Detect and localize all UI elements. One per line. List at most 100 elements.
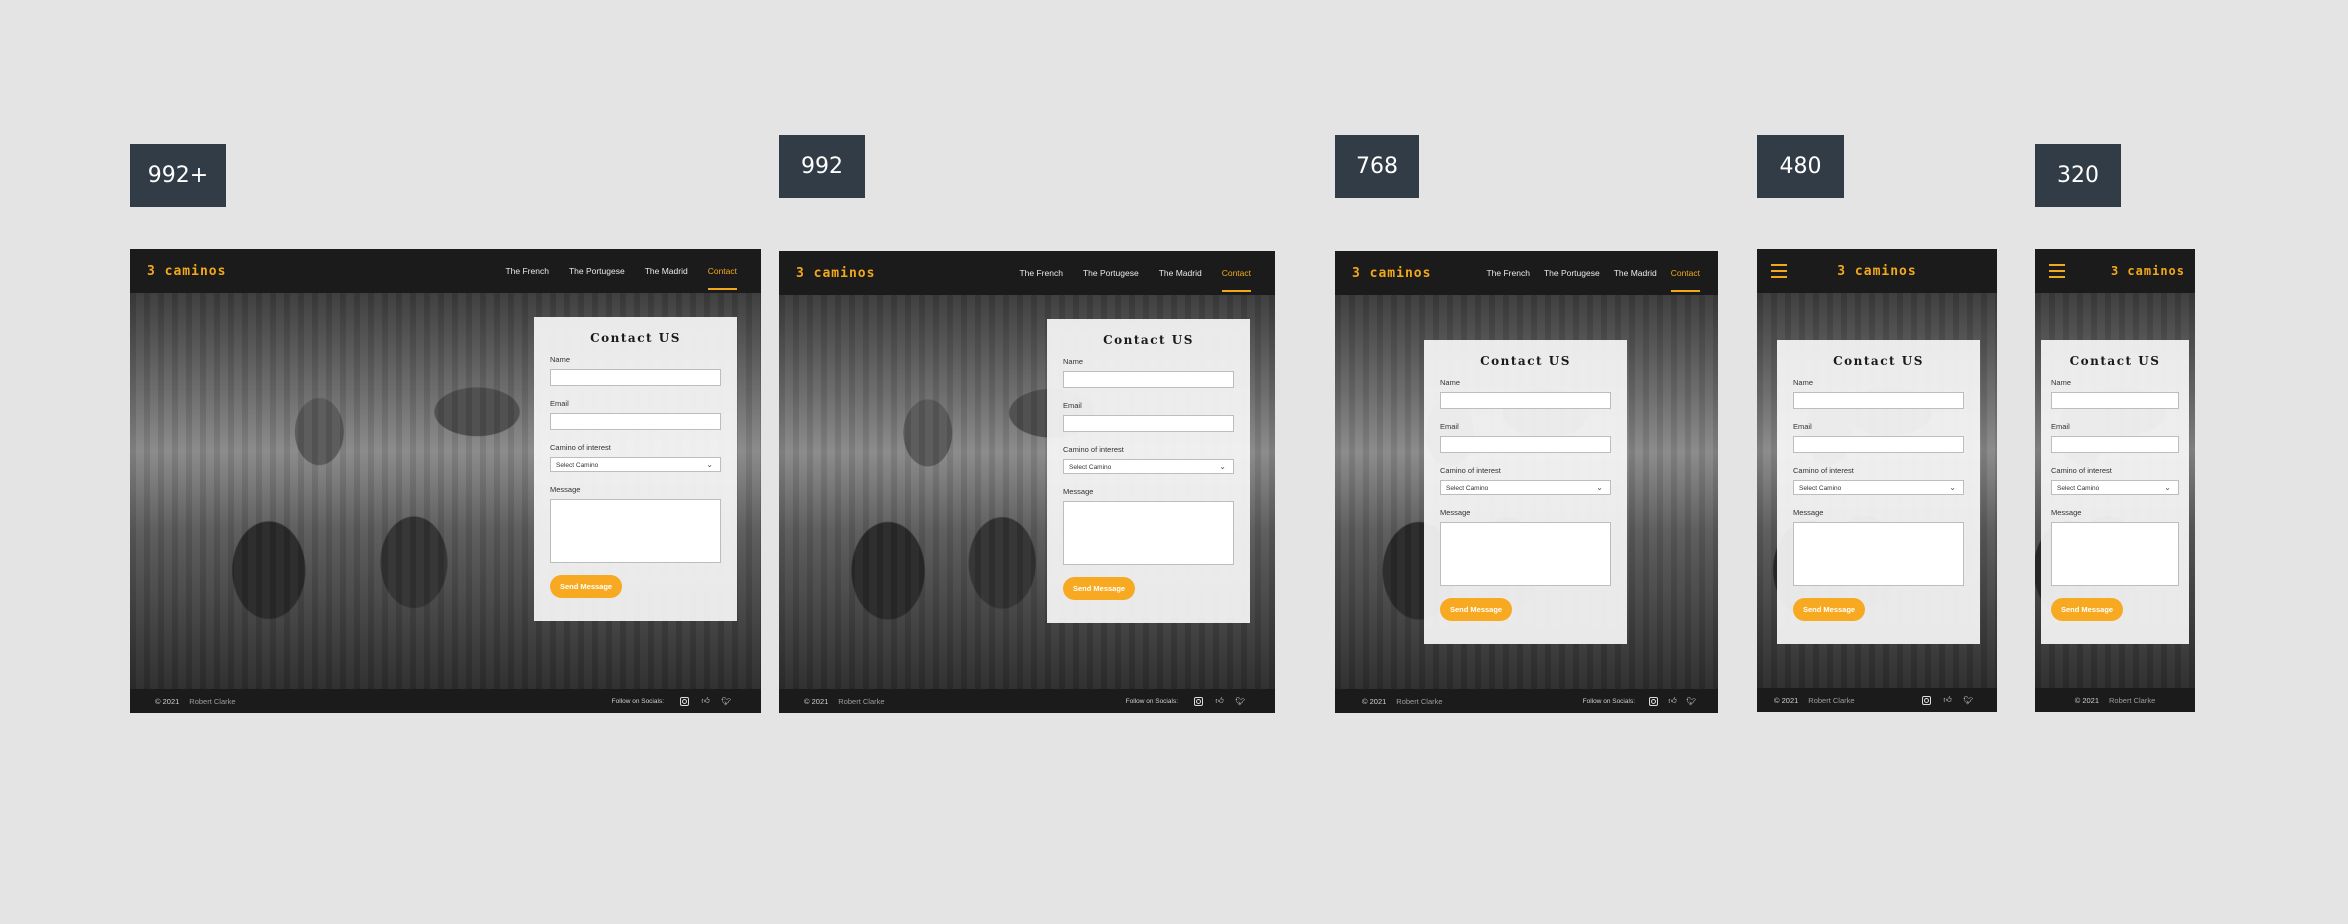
camino-select[interactable]: Select Camino ⌄ <box>1793 480 1964 495</box>
footer-copyright: © 2021 Robert Clarke <box>1362 696 1443 706</box>
contact-form: Contact US Name Email Camino of interest… <box>1424 340 1627 644</box>
name-input[interactable] <box>1063 371 1234 388</box>
site-logo[interactable]: 3 caminos <box>796 266 875 281</box>
mockup-480: 3 caminos Contact US Name Email Camino o… <box>1757 249 1997 712</box>
nav-link-madrid[interactable]: The Madrid <box>1614 268 1657 278</box>
send-message-button[interactable]: Send Message <box>1440 598 1513 621</box>
email-input[interactable] <box>550 413 721 430</box>
contact-form: Contact US Name Email Camino of interest… <box>1047 319 1250 623</box>
camino-select-value: Select Camino <box>1446 485 1489 492</box>
name-label: Name <box>1793 378 1814 387</box>
camino-select-value: Select Camino <box>2057 485 2100 492</box>
email-input[interactable] <box>1440 436 1611 453</box>
instagram-icon[interactable] <box>1194 696 1203 706</box>
follow-label: Follow on Socials: <box>1125 697 1178 705</box>
nav-link-madrid[interactable]: The Madrid <box>1159 268 1202 278</box>
chevron-down-icon: ⌄ <box>1949 483 1956 492</box>
twitter-icon[interactable]: 🐦︎ <box>721 697 731 706</box>
nav-link-french[interactable]: The French <box>1486 268 1529 278</box>
email-label: Email <box>1063 401 1082 410</box>
twitter-icon[interactable]: 🐦︎ <box>1235 697 1245 706</box>
instagram-icon[interactable] <box>1649 696 1658 706</box>
site-logo[interactable]: 3 caminos <box>1352 266 1431 281</box>
camino-select[interactable]: Select Camino ⌄ <box>2051 480 2179 495</box>
email-input[interactable] <box>1063 415 1234 432</box>
navbar: 3 caminos <box>1757 249 1997 293</box>
site-logo[interactable]: 3 caminos <box>2111 264 2185 278</box>
nav-link-contact[interactable]: Contact <box>707 266 738 290</box>
twitter-icon[interactable]: 🐦︎ <box>1686 697 1696 706</box>
name-label: Name <box>1440 378 1461 387</box>
name-input[interactable] <box>2051 392 2179 409</box>
message-textarea[interactable] <box>1793 522 1964 586</box>
thumbs-up-icon[interactable]: 👍︎ <box>1943 695 1952 705</box>
contact-form: Contact US Name Email Camino of interest… <box>1777 340 1980 644</box>
nav-link-portugese[interactable]: The Portugese <box>1083 268 1139 278</box>
instagram-icon[interactable] <box>680 696 689 706</box>
message-textarea[interactable] <box>2051 522 2179 586</box>
navbar: 3 caminos <box>2035 249 2195 293</box>
camino-select[interactable]: Select Camino ⌄ <box>550 457 721 472</box>
footer-copyright: © 2021 Robert Clarke <box>155 696 236 706</box>
message-label: Message <box>1063 487 1094 496</box>
site-logo[interactable]: 3 caminos <box>1837 264 1916 279</box>
thumbs-up-icon[interactable]: 👍︎ <box>1668 696 1677 706</box>
footer: © 2021 Robert Clarke Follow on Socials: 👍… <box>779 689 1275 713</box>
camino-select-value: Select Camino <box>1069 464 1112 471</box>
camino-select[interactable]: Select Camino ⌄ <box>1063 459 1234 474</box>
social-links: Follow on Socials: 👍︎ 🐦︎ <box>611 696 732 706</box>
name-input[interactable] <box>1440 392 1611 409</box>
camino-select[interactable]: Select Camino ⌄ <box>1440 480 1611 495</box>
nav-link-madrid[interactable]: The Madrid <box>645 266 688 276</box>
thumbs-up-icon[interactable]: 👍︎ <box>1215 696 1224 706</box>
navbar: 3 caminos The French The Portugese The M… <box>130 249 761 293</box>
name-input[interactable] <box>1793 392 1964 409</box>
email-label: Email <box>1440 422 1459 431</box>
email-input[interactable] <box>2051 436 2179 453</box>
nav-link-portugese[interactable]: The Portugese <box>1544 268 1600 278</box>
nav-link-contact[interactable]: Contact <box>1221 268 1252 292</box>
send-message-button[interactable]: Send Message <box>1063 577 1136 600</box>
mockup-768: 3 caminos The French The Portugese The M… <box>1335 251 1718 713</box>
nav-link-portugese[interactable]: The Portugese <box>569 266 625 276</box>
breakpoint-badge-320: 320 <box>2035 144 2121 207</box>
message-textarea[interactable] <box>550 499 721 563</box>
footer: © 2021 Robert Clarke 👍︎ 🐦︎ <box>1757 688 1997 712</box>
instagram-icon[interactable] <box>1922 695 1931 705</box>
thumbs-up-icon[interactable]: 👍︎ <box>701 696 710 706</box>
camino-label: Camino of interest <box>550 443 611 452</box>
twitter-icon[interactable]: 🐦︎ <box>1963 696 1973 705</box>
send-message-button[interactable]: Send Message <box>1793 598 1866 621</box>
hamburger-menu-icon[interactable] <box>2049 264 2065 278</box>
breakpoint-badge-768: 768 <box>1335 135 1419 198</box>
nav-link-french[interactable]: The French <box>505 266 548 276</box>
send-message-button[interactable]: Send Message <box>2051 598 2124 621</box>
chevron-down-icon: ⌄ <box>706 460 713 469</box>
form-title: Contact US <box>590 331 681 345</box>
form-title: Contact US <box>1103 333 1194 347</box>
chevron-down-icon: ⌄ <box>2164 483 2171 492</box>
site-logo[interactable]: 3 caminos <box>147 264 226 279</box>
message-label: Message <box>1793 508 1824 517</box>
camino-select-value: Select Camino <box>556 462 599 469</box>
camino-select-value: Select Camino <box>1799 485 1842 492</box>
message-textarea[interactable] <box>1440 522 1611 586</box>
contact-form: Contact US Name Email Camino of interest… <box>2041 340 2189 644</box>
email-label: Email <box>1793 422 1812 431</box>
follow-label: Follow on Socials: <box>611 697 664 705</box>
nav-link-french[interactable]: The French <box>1019 268 1062 278</box>
name-label: Name <box>550 355 571 364</box>
message-textarea[interactable] <box>1063 501 1234 565</box>
email-input[interactable] <box>1793 436 1964 453</box>
nav-links: The French The Portugese The Madrid Cont… <box>1486 251 1701 295</box>
footer-copyright: © 2021 Robert Clarke <box>2074 695 2156 705</box>
contact-form: Contact US Name Email Camino of interest… <box>534 317 737 621</box>
name-input[interactable] <box>550 369 721 386</box>
nav-link-contact[interactable]: Contact <box>1670 268 1701 292</box>
send-message-button[interactable]: Send Message <box>550 575 623 598</box>
name-label: Name <box>1063 357 1084 366</box>
social-links: Follow on Socials: 👍︎ 🐦︎ <box>1125 696 1246 706</box>
nav-links: The French The Portugese The Madrid Cont… <box>505 249 738 293</box>
hamburger-menu-icon[interactable] <box>1771 264 1787 278</box>
navbar: 3 caminos The French The Portugese The M… <box>1335 251 1718 295</box>
